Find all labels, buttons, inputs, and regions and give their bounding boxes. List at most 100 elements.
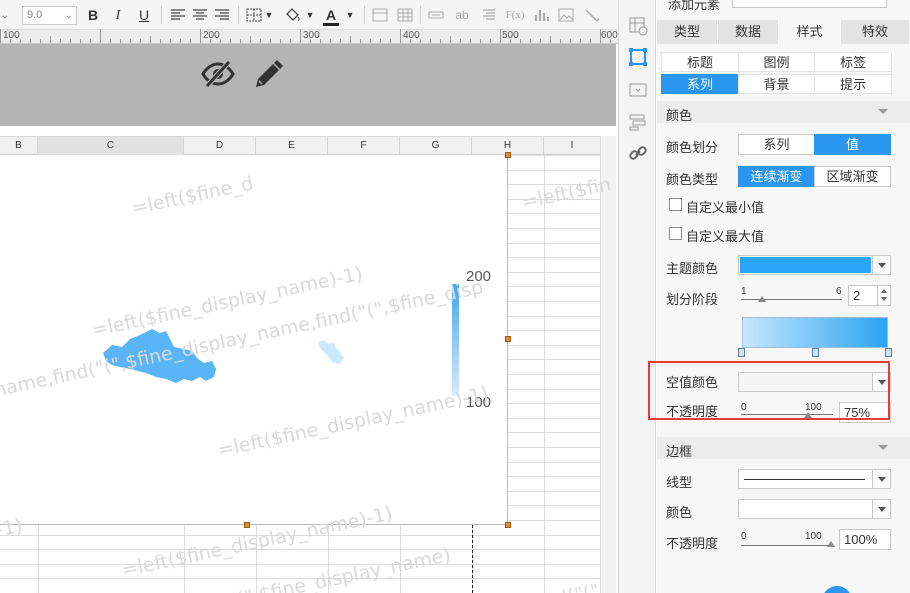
dropdown-chevron-icon[interactable]: ⌄: [0, 6, 10, 25]
dropdown-button[interactable]: [872, 256, 890, 274]
tab-data[interactable]: 数据: [718, 20, 779, 44]
border-opacity-slider-thumb[interactable]: [827, 541, 835, 547]
solid-line-preview: [744, 479, 865, 480]
tab-effects[interactable]: 特效: [841, 20, 910, 44]
col-header-g[interactable]: G: [400, 137, 472, 155]
resize-handle[interactable]: [244, 522, 250, 528]
underline-button[interactable]: U: [137, 6, 151, 25]
continuous-gradient-button[interactable]: 连续渐变: [738, 166, 815, 187]
col-header-f[interactable]: F: [328, 137, 400, 155]
ruler-mark: [610, 39, 611, 43]
division-value-button[interactable]: 值: [814, 134, 891, 155]
list-icon[interactable]: [481, 8, 497, 22]
vertical-scrollbar[interactable]: [600, 136, 616, 593]
resize-handle[interactable]: [505, 336, 511, 342]
formula-button[interactable]: F(x): [504, 6, 526, 25]
subtab-label[interactable]: 标签: [814, 52, 892, 72]
tab-type[interactable]: 类型: [657, 20, 718, 44]
line-type-select[interactable]: [738, 469, 891, 489]
ab-button[interactable]: ab: [453, 6, 471, 25]
textbox-icon[interactable]: [428, 8, 444, 22]
col-header-b[interactable]: B: [0, 137, 38, 155]
text-color-icon[interactable]: A: [323, 6, 339, 26]
ruler-mark: [80, 39, 81, 43]
subtab-tooltip[interactable]: 提示: [814, 74, 892, 94]
division-series-button[interactable]: 系列: [738, 134, 815, 155]
font-size-select[interactable]: 9.0 ⌄: [22, 6, 77, 25]
ruler-tick: 100: [3, 30, 20, 41]
color-section-header[interactable]: 颜色: [657, 101, 910, 123]
stage-slider-track[interactable]: [741, 299, 842, 300]
gradient-stop-handle[interactable]: [812, 348, 819, 357]
bar-chart-icon[interactable]: [533, 8, 549, 22]
stage-slider-thumb[interactable]: [758, 296, 766, 302]
theme-color-picker[interactable]: [738, 255, 891, 275]
ruler-mark: [530, 39, 531, 43]
border-color-label: 颜色: [666, 505, 693, 520]
map-region-small[interactable]: [316, 338, 346, 366]
align-left-icon[interactable]: [170, 8, 186, 22]
custom-min-checkbox[interactable]: [669, 198, 682, 211]
link-icon[interactable]: [628, 143, 648, 163]
fill-dropdown-icon[interactable]: ▼: [305, 6, 315, 25]
border-color-picker[interactable]: [738, 499, 891, 519]
col-header-d[interactable]: D: [184, 137, 256, 155]
align-right-icon[interactable]: [214, 8, 230, 22]
widget-icon[interactable]: [628, 80, 648, 100]
border-icon[interactable]: [246, 8, 262, 22]
stage-stepper[interactable]: 2: [848, 285, 891, 306]
chart-properties-icon[interactable]: [628, 47, 648, 67]
resize-handle[interactable]: [505, 152, 511, 158]
stepper-arrows[interactable]: [877, 286, 890, 305]
merge-cells-icon[interactable]: [372, 8, 388, 22]
custom-max-checkbox[interactable]: [669, 227, 682, 240]
border-opacity-slider-track[interactable]: [741, 545, 833, 546]
align-center-icon[interactable]: [192, 8, 208, 22]
subtab-series[interactable]: 系列: [661, 74, 739, 94]
custom-min-label: 自定义最小值: [686, 200, 765, 215]
border-dropdown-icon[interactable]: ▼: [264, 6, 274, 25]
add-element-field[interactable]: [732, 0, 887, 8]
dropdown-button[interactable]: [872, 470, 890, 488]
condition-icon[interactable]: [628, 112, 648, 132]
ruler-mark: [260, 39, 261, 43]
image-icon[interactable]: [558, 8, 574, 22]
col-header-c[interactable]: C: [38, 137, 184, 155]
dropdown-button[interactable]: [872, 500, 890, 518]
ruler-mark: [0, 29, 1, 43]
hidden-eye-icon[interactable]: [200, 60, 236, 88]
brush-icon[interactable]: [584, 8, 600, 22]
pencil-icon[interactable]: [251, 58, 285, 92]
fill-color-icon[interactable]: [284, 8, 302, 22]
border-opacity-stepper[interactable]: 100%: [839, 529, 891, 550]
style-subtabs: 标题 图例 标签 系列 背景 提示: [661, 52, 892, 94]
italic-button[interactable]: I: [111, 6, 125, 25]
add-element-label: 添加元素: [668, 0, 721, 12]
subtab-title[interactable]: 标题: [661, 52, 739, 72]
ruler-mark: [170, 39, 171, 43]
table-icon[interactable]: [397, 8, 413, 22]
ruler-mark: [190, 39, 191, 43]
bold-button[interactable]: B: [85, 6, 101, 25]
ruler-mark: [220, 39, 221, 43]
subtab-background[interactable]: 背景: [738, 74, 815, 94]
subtab-legend[interactable]: 图例: [738, 52, 815, 72]
text-color-dropdown-icon[interactable]: ▼: [345, 6, 355, 25]
region-gradient-button[interactable]: 区域渐变: [814, 166, 891, 187]
theme-color-label: 主题颜色: [666, 261, 719, 276]
col-header-e[interactable]: E: [256, 137, 328, 155]
col-header-i[interactable]: I: [544, 137, 600, 155]
ruler-mark: [340, 39, 341, 43]
color-section-title: 颜色: [666, 108, 693, 123]
column-header: B C D E F G H I ⌃: [0, 136, 616, 155]
gradient-stop-handle[interactable]: [738, 348, 745, 357]
gradient-preview[interactable]: [742, 317, 888, 348]
ruler-mark: [350, 36, 351, 43]
resize-handle[interactable]: [505, 522, 511, 528]
cell-properties-icon[interactable]: [628, 16, 648, 36]
tab-style[interactable]: 样式: [779, 20, 841, 44]
ruler-mark: [210, 39, 211, 43]
gradient-stop-handle[interactable]: [885, 348, 892, 357]
ruler-mark: [230, 39, 231, 43]
border-section-header[interactable]: 边框: [657, 437, 910, 459]
